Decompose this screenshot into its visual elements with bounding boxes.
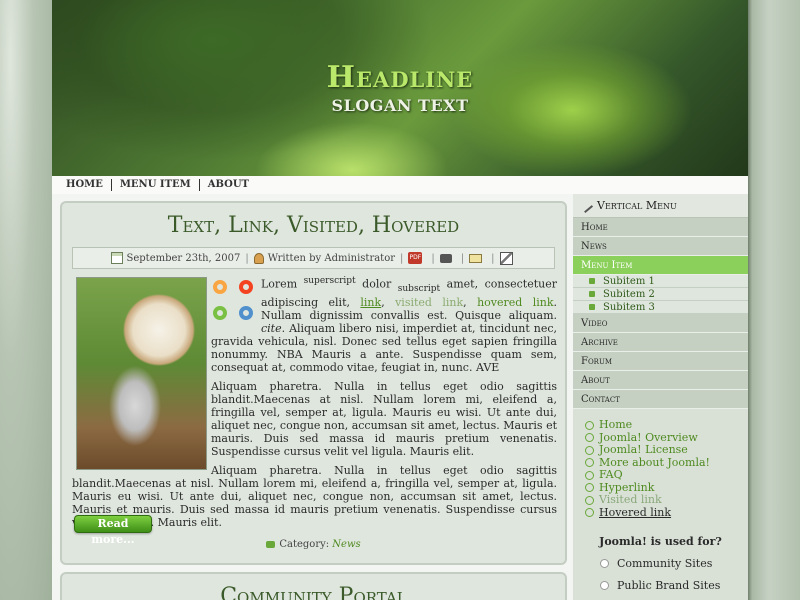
link-visited[interactable]: Visited link [585,493,748,507]
category-icon [266,541,276,548]
site-headline[interactable]: Headline [52,60,748,95]
right-side-background [748,0,800,600]
bullet-icon [589,278,595,284]
article-author: Written by Administrator [267,252,395,264]
baseball-photo [76,277,207,470]
bullet-icon [589,304,595,310]
circle-arrow-icon [585,495,594,505]
topnav-menu-item[interactable]: MENU ITEM [112,179,200,191]
vmenu-subitem-3[interactable]: Subitem 3 [573,301,748,314]
radio-button[interactable] [600,581,609,590]
vmenu-forum[interactable]: Forum [573,352,748,371]
link-joomla-license[interactable]: Joomla! License [585,443,748,457]
pdf-icon[interactable]: PDF [408,252,423,264]
left-side-background [0,0,52,600]
vmenu-subitem-1[interactable]: Subitem 1 [573,275,748,288]
article-box: Text, Link, Visited, Hovered September 2… [60,201,567,565]
header-banner: Headline SLOGAN TEXT [52,0,748,176]
user-icon [253,252,264,264]
poll-title: Joomla! is used for? [599,535,722,548]
article-2-title[interactable]: Community Portal [62,584,565,600]
bullet-icon [589,291,595,297]
vertical-menu-title: Vertical Menu [573,194,748,218]
vmenu-about[interactable]: About [573,371,748,390]
vmenu-archive[interactable]: Archive [573,333,748,352]
circle-arrow-icon [585,470,594,480]
right-column: Vertical Menu Home News Menu Item Subite… [573,194,748,600]
page: Headline SLOGAN TEXT HOME MENU ITEM ABOU… [52,0,748,600]
joomla-logo-icon [211,278,255,322]
circle-arrow-icon [585,445,594,455]
article-date: September 23th, 2007 [126,252,241,264]
hovered-link[interactable]: hovered link [477,296,553,309]
circle-arrow-icon [585,433,594,443]
vmenu-menu-item[interactable]: Menu Item [573,256,748,275]
pencil-icon [578,198,594,213]
link-hovered[interactable]: Hovered link [585,506,748,520]
links-list: Home Joomla! Overview Joomla! License Mo… [573,409,748,519]
category-link[interactable]: News [332,539,360,550]
calendar-icon [110,252,123,264]
radio-button[interactable] [600,559,609,568]
email-icon[interactable] [469,253,483,263]
edit-icon[interactable] [499,251,513,265]
link-home[interactable]: Home [585,418,748,432]
vmenu-video[interactable]: Video [573,314,748,333]
circle-arrow-icon [585,420,594,430]
circle-arrow-icon [585,508,594,518]
text-link[interactable]: link [360,296,381,309]
link-faq[interactable]: FAQ [585,468,748,482]
poll-option-public-brand-sites[interactable]: Public Brand Sites [573,579,748,592]
article-box-2: Community Portal [60,572,567,600]
vmenu-subitem-2[interactable]: Subitem 2 [573,288,748,301]
article-info-bar: September 23th, 2007 | Written by Admini… [72,247,555,269]
circle-arrow-icon [585,483,594,493]
vmenu-home[interactable]: Home [573,218,748,237]
poll-option-community-sites[interactable]: Community Sites [573,557,748,570]
top-navigation: HOME MENU ITEM ABOUT [52,176,748,194]
topnav-about[interactable]: ABOUT [200,179,257,191]
read-more-button[interactable]: Read more... [74,515,152,546]
article-title[interactable]: Text, Link, Visited, Hovered [62,213,565,238]
topnav-home[interactable]: HOME [58,179,112,191]
article-category: Category: News [62,539,565,550]
vmenu-news[interactable]: News [573,237,748,256]
visited-link[interactable]: visited link [395,296,463,309]
site-slogan: SLOGAN TEXT [331,96,469,115]
circle-arrow-icon [585,458,594,468]
article-body: Lorem superscript dolor subscript amet, … [72,275,557,535]
print-icon[interactable] [439,253,452,263]
vmenu-contact[interactable]: Contact [573,390,748,409]
